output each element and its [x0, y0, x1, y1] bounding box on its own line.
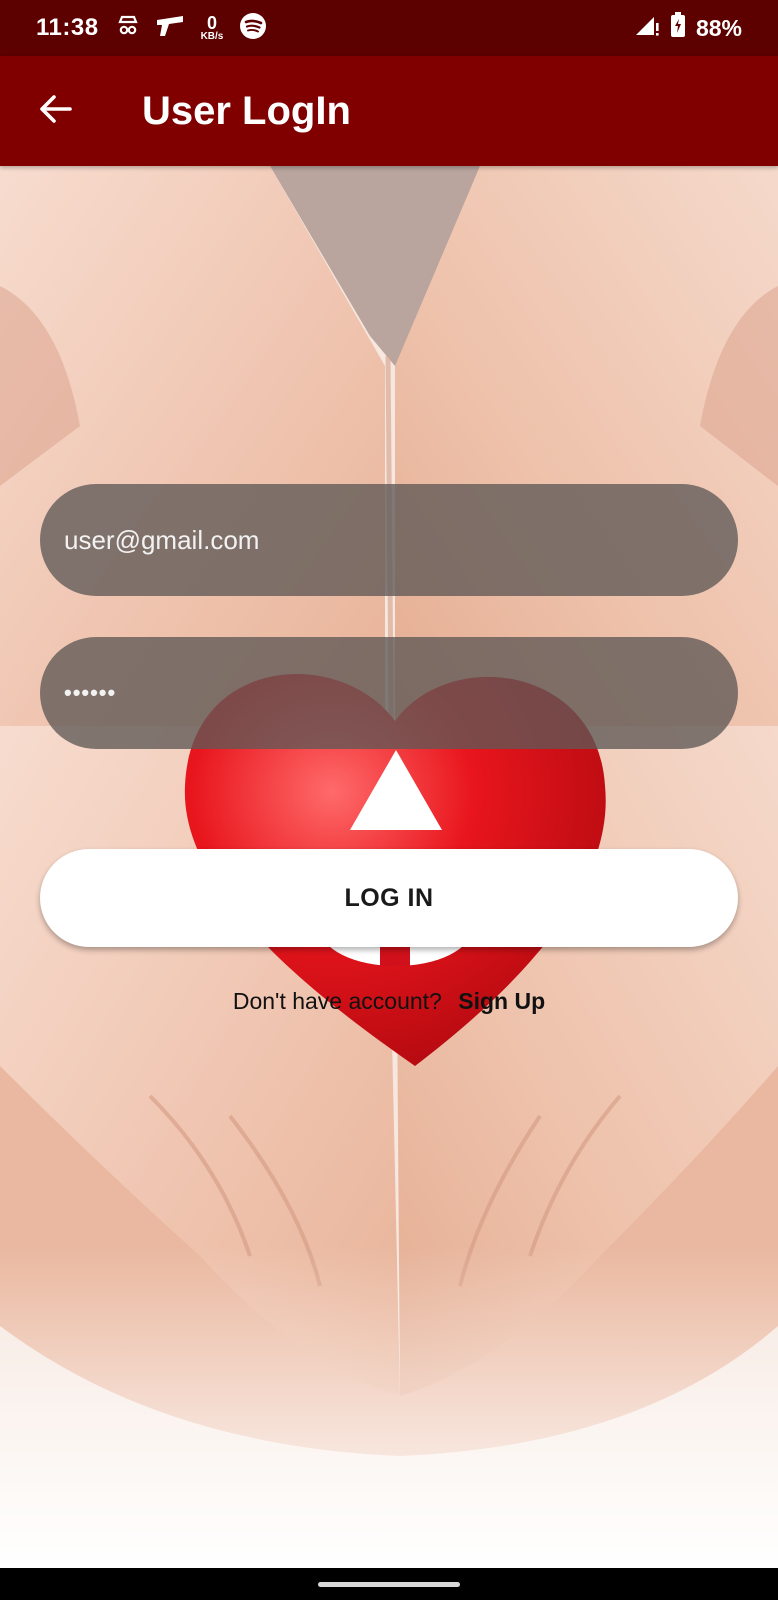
email-field[interactable] [40, 484, 738, 596]
page-title: User LogIn [142, 88, 351, 133]
incognito-icon [117, 14, 139, 43]
battery-percent: 88% [695, 14, 742, 41]
email-input[interactable] [64, 524, 738, 556]
status-time: 11:38 [36, 14, 99, 41]
signup-link[interactable]: Sign Up [458, 988, 545, 1014]
battery-icon [670, 12, 686, 44]
password-field[interactable]: •••••• [40, 637, 738, 749]
app-bar: User LogIn [0, 56, 778, 166]
net-speed-value: 0 [206, 13, 217, 33]
home-gesture-handle[interactable] [318, 1581, 460, 1587]
no-account-text: Don't have account? [232, 988, 442, 1014]
signal-icon [634, 13, 660, 43]
gun-icon [155, 14, 185, 43]
net-speed: 0 KB/s [201, 14, 224, 42]
password-input[interactable]: •••••• [64, 680, 116, 706]
signup-row: Don't have account? Sign Up [0, 988, 778, 1015]
arrow-left-icon [38, 93, 74, 130]
navigation-bar [0, 1568, 778, 1600]
login-button[interactable]: LOG IN [40, 849, 738, 947]
status-bar: 11:38 0 KB/s 88% [0, 0, 778, 56]
spotify-icon [239, 12, 267, 45]
net-speed-unit: KB/s [200, 31, 224, 42]
back-button[interactable] [26, 81, 86, 141]
